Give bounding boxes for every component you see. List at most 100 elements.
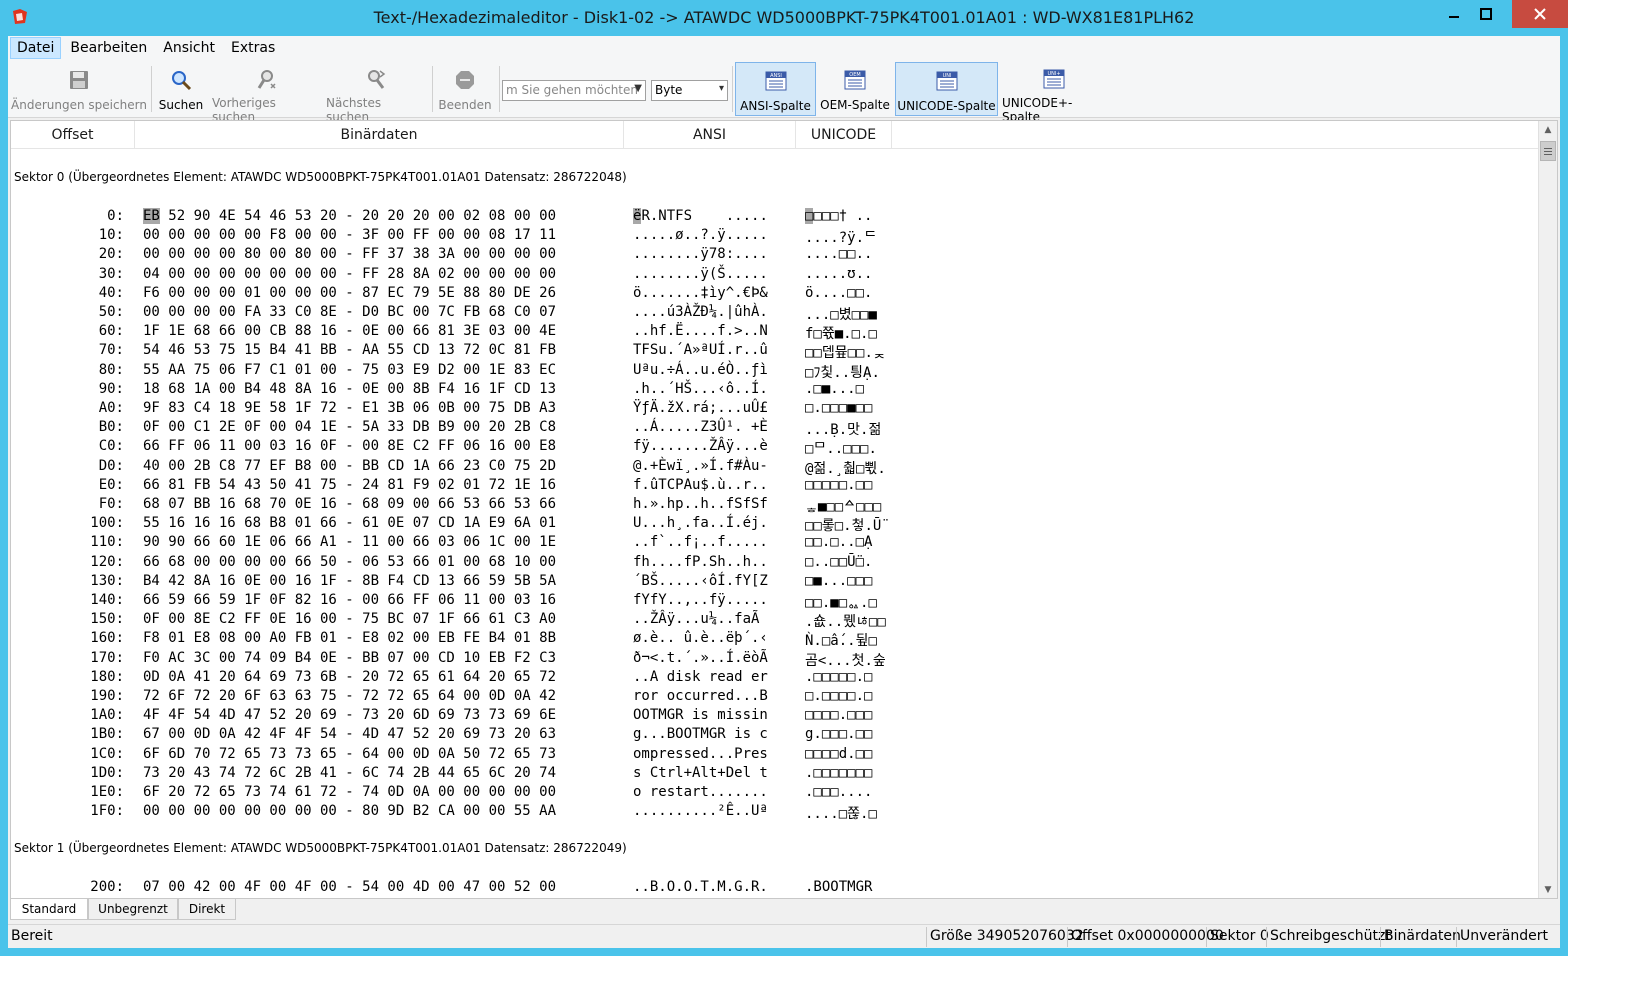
row-binary[interactable]: F8 01 E8 08 00 A0 FB 01 - E8 02 00 EB FE…	[143, 630, 556, 646]
hex-row[interactable]: 1F0: 00 00 00 00 00 00 00 00 - 80 9D B2 C…	[11, 803, 1531, 822]
goto-offset-combo[interactable]: m Sie gehen möchten ▼	[502, 80, 646, 101]
row-binary[interactable]: 66 59 66 59 1F 0F 82 16 - 00 66 FF 06 11…	[143, 592, 556, 608]
column-unicode[interactable]: UNICODE	[796, 121, 892, 149]
row-binary[interactable]: 07 00 42 00 4F 00 4F 00 - 54 00 4D 00 47…	[143, 879, 556, 895]
row-binary[interactable]: 66 81 FB 54 43 50 41 75 - 24 81 F9 02 01…	[143, 477, 556, 493]
row-unicode[interactable]: □□.□..□Ạ	[805, 534, 872, 550]
row-ansi[interactable]: ..........²Ê..Uª	[633, 803, 768, 819]
row-ansi[interactable]: ..hf.Ë....f.>..N	[633, 323, 768, 339]
save-changes-button[interactable]: Änderungen speichern	[10, 62, 148, 116]
row-unicode[interactable]: □..□□Ṻ□.	[805, 554, 872, 570]
ansi-column-toggle[interactable]: ANSI ANSI-Spalte	[735, 62, 816, 116]
hex-row[interactable]: 80: 55 AA 75 06 F7 C1 01 00 - 75 03 E9 D2…	[11, 362, 1531, 381]
row-unicode[interactable]: □□.■□ᇲ.□	[805, 592, 877, 612]
hex-row[interactable]: A0: 9F 83 C4 18 9E 58 1F 72 - E1 3B 06 0B…	[11, 400, 1531, 419]
row-ansi[interactable]: fh....fP.Sh..h..	[633, 554, 768, 570]
hex-row[interactable]: B0: 0F 00 C1 2E 0F 00 04 1E - 5A 33 DB B9…	[11, 419, 1531, 438]
row-binary[interactable]: 18 68 1A 00 B4 48 8A 16 - 0E 00 8B F4 16…	[143, 381, 556, 397]
row-unicode[interactable]: □ﾌ칯..틩Ạ.	[805, 362, 880, 382]
unit-select[interactable]: Byte ▾	[651, 80, 728, 101]
row-unicode[interactable]: g.□□□.□□	[805, 726, 872, 742]
row-binary[interactable]: 54 46 53 75 15 B4 41 BB - AA 55 CD 13 72…	[143, 342, 556, 358]
row-unicode[interactable]: □ᄆ..□□□.	[805, 438, 877, 458]
row-binary[interactable]: 00 00 00 00 00 F8 00 00 - 3F 00 FF 00 00…	[143, 227, 556, 243]
row-binary[interactable]: F0 AC 3C 00 74 09 B4 0E - BB 07 00 CD 10…	[143, 650, 556, 666]
hex-row[interactable]: 140: 66 59 66 59 1F 0F 82 16 - 00 66 FF 0…	[11, 592, 1531, 611]
row-ansi[interactable]: OOTMGR is missin	[633, 707, 768, 723]
row-unicode[interactable]: .□■...□	[805, 381, 864, 397]
hex-row[interactable]: 1E0: 6F 20 72 65 73 74 61 72 - 74 0D 0A 0…	[11, 784, 1531, 803]
row-ansi[interactable]: ö.......‡ìy^.€Þ&	[633, 285, 768, 301]
hex-row[interactable]: 170: F0 AC 3C 00 74 09 B4 0E - BB 07 00 C…	[11, 650, 1531, 669]
maximize-button[interactable]	[1471, 0, 1501, 28]
row-binary[interactable]: 6F 20 72 65 73 74 61 72 - 74 0D 0A 00 00…	[143, 784, 556, 800]
row-unicode[interactable]: □.□□□□.□	[805, 688, 872, 704]
row-unicode[interactable]: □■...□□□	[805, 573, 872, 589]
row-unicode[interactable]: ...□볐□□■	[805, 304, 877, 324]
cursor-selection[interactable]: EB	[143, 208, 160, 224]
row-ansi[interactable]: .h..´HŠ...‹ô..Í.	[633, 381, 768, 397]
row-ansi[interactable]: @.+Èwï¸.»Í.f#Àu-	[633, 458, 768, 474]
row-unicode[interactable]: .BOOTMGR	[805, 879, 872, 895]
row-ansi[interactable]: U...h¸.fa..Í.éj.	[633, 515, 768, 531]
search-button[interactable]: Suchen	[156, 62, 206, 116]
column-ansi[interactable]: ANSI	[624, 121, 796, 149]
scroll-up-icon[interactable]: ▲	[1539, 121, 1557, 138]
row-ansi[interactable]: Uªu.÷Á..u.éÒ..ƒì	[633, 362, 768, 378]
menu-bearbeiten[interactable]: Bearbeiten	[63, 37, 154, 59]
row-unicode[interactable]: ....□쫂.□	[805, 803, 877, 823]
row-ansi[interactable]: s Ctrl+Alt+Del t	[633, 765, 768, 781]
next-search-button[interactable]: Nächstes suchen	[326, 62, 426, 124]
column-offset[interactable]: Offset	[11, 121, 135, 149]
hex-row[interactable]: 90: 18 68 1A 00 B4 48 8A 16 - 0E 00 8B F4…	[11, 381, 1531, 400]
row-binary[interactable]: 68 07 BB 16 68 70 0E 16 - 68 09 00 66 53…	[143, 496, 556, 512]
hex-rows-area[interactable]: Sektor 0 (Übergeordnetes Element: ATAWDC…	[11, 150, 1539, 898]
hex-row[interactable]: 40: F6 00 00 00 01 00 00 00 - 87 EC 79 5E…	[11, 285, 1531, 304]
hex-row[interactable]: 20: 00 00 00 00 80 00 80 00 - FF 37 38 3A…	[11, 246, 1531, 265]
row-binary[interactable]: 1F 1E 68 66 00 CB 88 16 - 0E 00 66 81 3E…	[143, 323, 556, 339]
row-binary[interactable]: 04 00 00 00 00 00 00 00 - FF 28 8A 02 00…	[143, 266, 556, 282]
hex-row[interactable]: 120: 66 68 00 00 00 00 66 50 - 06 53 66 0…	[11, 554, 1531, 573]
minimize-button[interactable]	[1439, 0, 1469, 28]
row-binary[interactable]: 0F 00 C1 2E 0F 00 04 1E - 5A 33 DB B9 00…	[143, 419, 556, 435]
row-ansi[interactable]: o restart.......	[633, 784, 768, 800]
menu-datei[interactable]: Datei	[10, 37, 62, 59]
hex-row[interactable]: 200: 07 00 42 00 4F 00 4F 00 - 54 00 4D 0…	[11, 879, 1531, 898]
hex-row[interactable]: 1A0: 4F 4F 54 4D 47 52 20 69 - 73 20 6D 6…	[11, 707, 1531, 726]
row-unicode[interactable]: ...Ḅ.맛.젊	[805, 419, 881, 439]
row-binary[interactable]: 0F 00 8E C2 FF 0E 16 00 - 75 BC 07 1F 66…	[143, 611, 556, 627]
row-ansi[interactable]: fYfY..‚..fÿ.....	[633, 592, 768, 608]
row-binary[interactable]: 66 68 00 00 00 00 66 50 - 06 53 66 01 00…	[143, 554, 556, 570]
hex-row[interactable]: 30: 04 00 00 00 00 00 00 00 - FF 28 8A 02…	[11, 266, 1531, 285]
hex-row[interactable]: D0: 40 00 2B C8 77 EF B8 00 - BB CD 1A 66…	[11, 458, 1531, 477]
hex-row[interactable]: 1D0: 73 20 43 74 72 6C 2B 41 - 6C 74 2B 4…	[11, 765, 1531, 784]
row-ansi[interactable]: ø.è.. û.è..ëþ´.‹	[633, 630, 768, 646]
row-unicode[interactable]: .숎..뮀ﾦ□□	[805, 611, 886, 631]
title-bar[interactable]: Text-/Hexadezimaleditor - Disk1-02 -> AT…	[0, 0, 1568, 36]
hex-row[interactable]: 70: 54 46 53 75 15 B4 41 BB - AA 55 CD 13…	[11, 342, 1531, 361]
row-unicode[interactable]: 곰<...첫.숲	[805, 650, 886, 670]
hex-row[interactable]: 150: 0F 00 8E C2 FF 0E 16 00 - 75 BC 07 1…	[11, 611, 1531, 630]
row-ansi[interactable]: g...BOOTMGR is c	[633, 726, 768, 742]
row-ansi[interactable]: ........ÿ(Š.....	[633, 266, 768, 282]
row-binary[interactable]: F6 00 00 00 01 00 00 00 - 87 EC 79 5E 88…	[143, 285, 556, 301]
row-unicode[interactable]: Ǹ.□ấ..뒾□	[805, 630, 877, 650]
row-binary[interactable]: EB 52 90 4E 54 46 53 20 - 20 20 20 00 02…	[143, 208, 556, 224]
row-binary[interactable]: B4 42 8A 16 0E 00 16 1F - 8B F4 CD 13 66…	[143, 573, 556, 589]
hex-row[interactable]: 130: B4 42 8A 16 0E 00 16 1F - 8B F4 CD 1…	[11, 573, 1531, 592]
row-unicode[interactable]: □□□□□.□□	[805, 477, 872, 493]
hex-row[interactable]: 160: F8 01 E8 08 00 A0 FB 01 - E8 02 00 E…	[11, 630, 1531, 649]
row-ansi[interactable]: h.».hp..h..fSfSf	[633, 496, 768, 512]
hex-row[interactable]: 1B0: 67 00 0D 0A 42 4F 4F 54 - 4D 47 52 2…	[11, 726, 1531, 745]
hex-row[interactable]: 0: EB 52 90 4E 54 46 53 20 - 20 20 20 00 …	[11, 208, 1531, 227]
row-binary[interactable]: 72 6F 72 20 6F 63 63 75 - 72 72 65 64 00…	[143, 688, 556, 704]
row-ansi[interactable]: ..B.O.O.T.M.G.R.	[633, 879, 768, 895]
exit-button[interactable]: Beenden	[436, 62, 494, 116]
row-ansi[interactable]: ´BŠ.....‹ôÍ.fY[Z	[633, 573, 768, 589]
row-ansi[interactable]: fÿ.......ŽÂÿ...è	[633, 438, 768, 454]
row-ansi[interactable]: ð¬<.t.´.»..Í.ëòÃ	[633, 650, 768, 666]
row-ansi[interactable]: ..f`..f¡..f.....	[633, 534, 768, 550]
chevron-down-icon[interactable]: ▼	[634, 83, 642, 94]
hex-view[interactable]: Offset Binärdaten ANSI UNICODE Sektor 0 …	[10, 120, 1558, 899]
row-unicode[interactable]: .□□□....	[805, 784, 872, 800]
